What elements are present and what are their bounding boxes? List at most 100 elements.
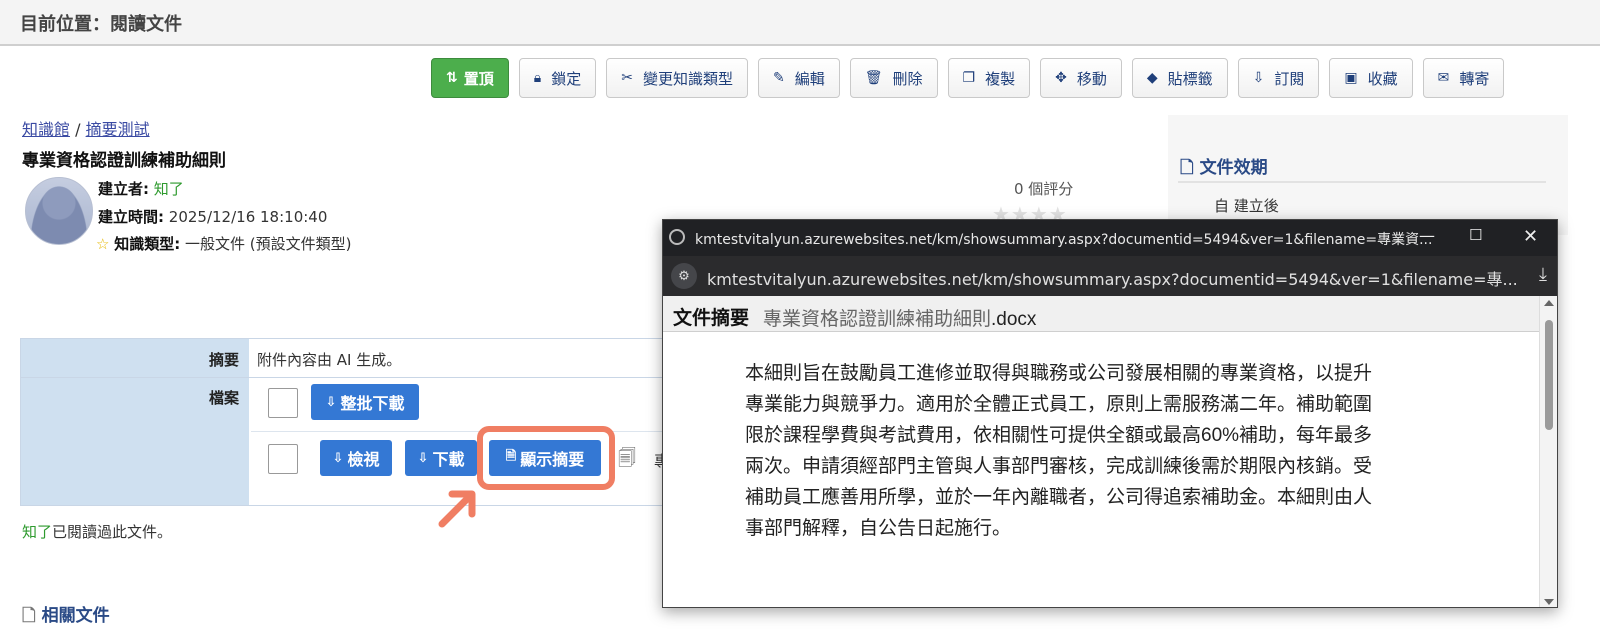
- files-label: 檔案: [209, 389, 240, 407]
- select-all-checkbox[interactable]: [268, 388, 298, 418]
- download-label: 下載: [432, 450, 465, 469]
- globe-icon: [669, 229, 685, 245]
- change-type-label: 變更知識類型: [642, 69, 733, 88]
- minimize-icon[interactable]: —: [1419, 226, 1435, 245]
- move-label: 移動: [1076, 69, 1107, 88]
- delete-button[interactable]: 🗑︎ 刪除: [849, 58, 938, 98]
- view-button[interactable]: ⇩ 檢視: [320, 440, 392, 476]
- created-label: 建立時間:: [98, 208, 164, 226]
- pin-top-button[interactable]: ⇅ 置頂: [431, 58, 509, 98]
- created-time: 2025/12/16 18:10:40: [168, 208, 328, 226]
- subscribe-button[interactable]: ⇩ 訂閱: [1237, 58, 1320, 98]
- popup-address-bar: ⚙ kmtestvitalyun.azurewebsites.net/km/sh…: [663, 256, 1557, 296]
- document-toolbar: ⇅ 置頂 🔒︎ 鎖定 ✂ 變更知識類型 ✎ 編輯 🗑︎ 刪除 ❐ 複製 ✥ 移動 ◆ 貼標籤 ⇩…: [431, 58, 1505, 98]
- type-row: ☆ 知識類型: 一般文件 (預設文件類型): [96, 233, 352, 254]
- forward-button[interactable]: ✉ 轉寄: [1422, 58, 1505, 98]
- download-icon[interactable]: ⤓: [1539, 264, 1547, 285]
- related-heading-text: 相關文件: [41, 606, 110, 626]
- rating-count: 0 個評分: [1014, 180, 1074, 198]
- bookmark-button[interactable]: ▣ 收藏: [1329, 58, 1413, 98]
- validity-heading: 🗋 文件效期: [1180, 153, 1268, 184]
- forward-label: 轉寄: [1459, 69, 1490, 88]
- lock-label: 鎖定: [551, 69, 582, 88]
- breadcrumb-separator: /: [75, 120, 81, 139]
- tag-icon: ◆: [1146, 70, 1158, 86]
- attachment-table: 摘要 附件內容由 AI 生成。 檔案: [20, 338, 720, 506]
- batch-download-button[interactable]: ⇩ 整批下載: [311, 384, 419, 420]
- edit-button[interactable]: ✎ 編輯: [757, 58, 840, 98]
- type-label: 知識類型:: [114, 235, 181, 253]
- avatar: [25, 177, 93, 245]
- validity-panel: 🗋 文件效期 自 建立後: [1168, 115, 1568, 235]
- pin-top-label: 置頂: [463, 69, 494, 88]
- breadcrumb: 知識館 / 摘要測試: [22, 116, 150, 140]
- related-heading: 🗋 相關文件: [22, 601, 110, 632]
- site-settings-icon[interactable]: ⚙: [671, 263, 697, 289]
- view-label: 檢視: [347, 450, 380, 469]
- read-note: 知了已閱讀過此文件。: [22, 521, 172, 542]
- document-icon: 🗋: [1180, 158, 1194, 178]
- lock-icon: 🔒︎: [533, 70, 542, 86]
- move-icon: ✥: [1055, 70, 1067, 86]
- breadcrumb-folder-link[interactable]: 摘要測試: [86, 120, 150, 139]
- location-title: 目前位置：閱讀文件: [20, 14, 182, 35]
- trash-icon: 🗑︎: [864, 70, 883, 86]
- summary-line: 兩次。申請須經部門主管與人事部門審核，完成訓練後需於期限內核銷。受: [745, 456, 1373, 477]
- close-icon[interactable]: ✕: [1523, 226, 1538, 247]
- download-icon: ⇩: [325, 394, 337, 410]
- scroll-down-icon[interactable]: [1544, 599, 1554, 605]
- change-type-button[interactable]: ✂ 變更知識類型: [606, 58, 748, 98]
- pin-top-icon: ⇅: [446, 70, 458, 86]
- document-icon: 🗋: [22, 606, 36, 626]
- created-row: 建立時間: 2025/12/16 18:10:40: [98, 206, 327, 227]
- highlight-box: [477, 426, 615, 490]
- bookmark-icon: ▣: [1344, 70, 1358, 86]
- subscribe-label: 訂閱: [1274, 69, 1305, 88]
- summary-line: 專業能力與競爭力。適用於全體正式員工，原則上需服務滿二年。補助範圍: [745, 394, 1373, 415]
- move-button[interactable]: ✥ 移動: [1040, 58, 1122, 98]
- popup-scrollbar[interactable]: [1539, 296, 1557, 607]
- subscribe-icon: ⇩: [1252, 70, 1265, 86]
- scroll-thumb[interactable]: [1545, 320, 1553, 430]
- maximize-icon[interactable]: ☐: [1469, 226, 1482, 244]
- copy-button[interactable]: ❐ 複製: [947, 58, 1031, 98]
- lock-button[interactable]: 🔒︎ 鎖定: [518, 58, 597, 98]
- summary-filename: 專業資格認證訓練補助細則.docx: [763, 304, 1036, 331]
- summary-line: 事部門解釋，自公告日起施行。: [745, 518, 1012, 539]
- summary-label: 摘要: [209, 351, 240, 369]
- mail-icon: ✉: [1437, 70, 1450, 86]
- location-bar: 目前位置：閱讀文件: [0, 0, 1600, 46]
- summary-heading: 文件摘要: [673, 308, 750, 329]
- popup-url[interactable]: kmtestvitalyun.azurewebsites.net/km/show…: [707, 266, 1518, 290]
- scissors-icon: ✂: [621, 70, 633, 86]
- creator-name: 知了: [153, 180, 184, 198]
- summary-header: 文件摘要 專業資格認證訓練補助細則.docx: [663, 296, 1557, 332]
- document-title: 專業資格認證訓練補助細則: [22, 151, 226, 171]
- copy-label: 複製: [985, 69, 1016, 88]
- scroll-up-icon[interactable]: [1544, 300, 1554, 306]
- copy-icon: ❐: [962, 70, 976, 86]
- bookmark-label: 收藏: [1367, 69, 1398, 88]
- divider: [21, 377, 719, 378]
- tag-label: 貼標籤: [1167, 69, 1213, 88]
- creator-row: 建立者: 知了: [98, 178, 184, 199]
- download-button[interactable]: ⇩ 下載: [405, 440, 477, 476]
- word-file-icon: 🗐: [618, 448, 636, 469]
- tag-button[interactable]: ◆ 貼標籤: [1131, 58, 1228, 98]
- summary-line: 補助員工應善用所學，並於一年內離職者，公司得追索補助金。本細則由人: [745, 487, 1373, 508]
- read-note-text: 已閱讀過此文件。: [52, 523, 173, 541]
- popup-window-title: kmtestvitalyun.azurewebsites.net/km/show…: [695, 232, 1433, 248]
- file-checkbox[interactable]: [268, 444, 298, 474]
- breadcrumb-root-link[interactable]: 知識館: [22, 120, 70, 139]
- validity-row: 自 建立後: [1214, 197, 1279, 215]
- creator-label: 建立者:: [98, 180, 149, 198]
- popup-titlebar: kmtestvitalyun.azurewebsites.net/km/show…: [663, 220, 1557, 256]
- view-icon: ⇩: [332, 450, 344, 466]
- summary-body: 本細則旨在鼓勵員工進修並取得與職務或公司發展相關的專業資格，以提升 專業能力與競…: [745, 358, 1451, 544]
- edit-icon: ✎: [772, 70, 785, 86]
- download-icon: ⇩: [417, 450, 429, 466]
- validity-heading-text: 文件效期: [1199, 158, 1268, 178]
- summary-value: 附件內容由 AI 生成。: [257, 351, 402, 369]
- summary-line: 本細則旨在鼓勵員工進修並取得與職務或公司發展相關的專業資格，以提升: [745, 363, 1373, 384]
- star-icon: ☆: [96, 235, 110, 253]
